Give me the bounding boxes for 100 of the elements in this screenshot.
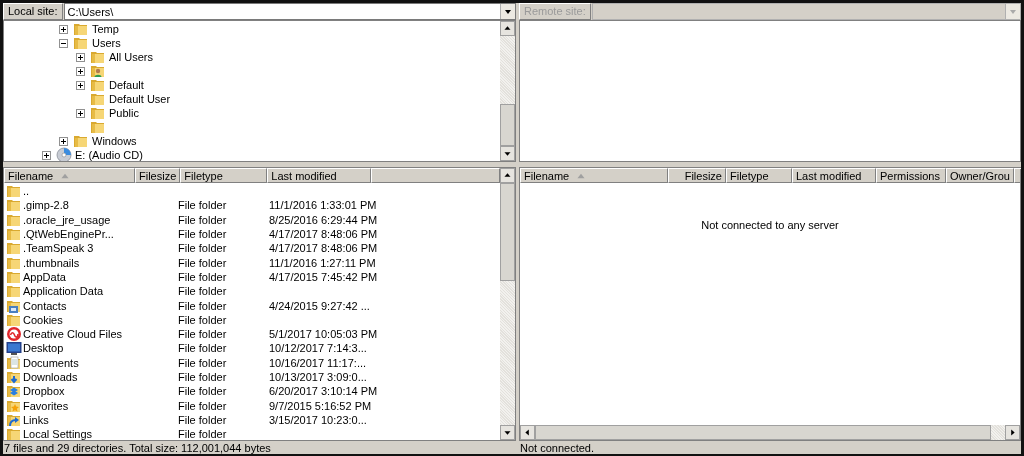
scroll-up-button[interactable] (500, 168, 515, 183)
file-name[interactable]: Links (23, 413, 49, 426)
scroll-left-button[interactable] (520, 425, 535, 440)
monitor-icon (6, 340, 22, 357)
modified-date: 6/20/2017 3:10:14 PM (269, 385, 378, 398)
box-icon (6, 383, 22, 400)
folder-icon (6, 197, 22, 214)
folder-icon (73, 133, 89, 149)
collapse-toggle[interactable] (59, 38, 68, 48)
file-name[interactable]: .. (23, 185, 30, 198)
empty-message: Not connected to any server (701, 219, 839, 232)
expand-toggle[interactable] (76, 66, 85, 76)
file-type: File folder (178, 299, 227, 312)
tree-item[interactable]: Windows (89, 135, 137, 147)
file-type: File folder (178, 285, 227, 298)
file-name[interactable]: Contacts (23, 299, 67, 312)
file-name[interactable]: Cookies (23, 313, 63, 326)
file-name[interactable]: Desktop (23, 342, 64, 355)
scroll-down-button[interactable] (500, 146, 515, 161)
expand-toggle[interactable] (76, 80, 85, 90)
folder-icon (73, 35, 89, 51)
dropdown-button[interactable] (500, 4, 515, 19)
modified-date: 4/17/2017 8:48:06 PM (269, 242, 378, 255)
scrollbar[interactable] (500, 168, 515, 440)
folder-icon (90, 49, 106, 65)
file-name[interactable]: AppData (23, 270, 66, 283)
file-type: File folder (178, 242, 227, 255)
modified-date: 10/16/2017 11:17:... (269, 356, 367, 369)
file-name[interactable]: Favorites (23, 399, 69, 412)
tree-item[interactable]: E: (Audio CD) (72, 149, 143, 161)
scroll-thumb[interactable] (500, 183, 515, 281)
site-label: Remote site: (519, 3, 591, 20)
file-type: File folder (178, 270, 227, 283)
file-type: File folder (178, 199, 227, 212)
tree-item[interactable]: All Users (106, 51, 153, 63)
modified-date: 11/1/2016 1:33:01 PM (269, 199, 377, 212)
file-type: File folder (178, 256, 227, 269)
sort-arrow-icon (61, 172, 70, 179)
tree-item[interactable]: Users (89, 37, 121, 49)
file-name[interactable]: Dropbox (23, 385, 65, 398)
file-type: File folder (178, 313, 227, 326)
download-folder-icon (6, 369, 22, 385)
user-folder-icon (90, 63, 106, 79)
tree-item[interactable]: Default User (106, 93, 171, 105)
folder-icon (6, 240, 22, 257)
folder-icon (6, 183, 22, 200)
modified-date: 4/24/2015 9:27:42 ... (269, 299, 370, 312)
folder-icon (6, 226, 22, 243)
column-header[interactable]: Filesize (135, 168, 181, 183)
column-header[interactable]: Filename (4, 168, 135, 183)
modified-date: 4/17/2015 7:45:42 PM (269, 270, 378, 283)
file-name[interactable]: Documents (23, 356, 79, 369)
scroll-right-button[interactable] (1005, 425, 1020, 440)
file-name[interactable]: .TeamSpeak 3 (23, 242, 94, 255)
scrollbar[interactable] (500, 21, 515, 161)
file-type: File folder (178, 428, 227, 440)
file-type: File folder (178, 399, 227, 412)
file-type: File folder (178, 228, 227, 241)
modified-date: 5/1/2017 10:05:03 PM (269, 328, 378, 341)
modified-date: 4/17/2017 8:48:06 PM (269, 228, 378, 241)
file-type: File folder (178, 328, 227, 341)
file-name[interactable]: .QtWebEnginePr... (23, 228, 114, 241)
modified-date: 3/15/2017 10:23:0... (269, 413, 367, 426)
folder-icon (6, 283, 22, 300)
sort-arrow-icon (577, 172, 586, 179)
document-folder-icon (6, 354, 22, 371)
file-name[interactable]: Application Data (23, 285, 104, 298)
tree-item[interactable]: Public (106, 107, 139, 119)
swirl-icon (6, 326, 22, 343)
file-name[interactable]: Downloads (23, 371, 78, 383)
scroll-thumb[interactable] (500, 104, 515, 146)
folder-icon (90, 105, 106, 121)
expand-toggle[interactable] (59, 136, 68, 146)
file-name[interactable]: .gimp-2.8 (23, 199, 69, 212)
status-text: 7 files and 29 directories. Total size: 112,001,044 bytes (3, 442, 271, 454)
folder-icon (73, 21, 89, 37)
file-type: File folder (178, 213, 227, 226)
modified-date: 9/7/2015 5:16:52 PM (269, 399, 372, 412)
expand-toggle[interactable] (76, 52, 85, 62)
file-name[interactable]: Creative Cloud Files (23, 328, 123, 341)
file-name[interactable]: Local Settings (23, 428, 93, 440)
file-type: File folder (178, 385, 227, 398)
scroll-up-button[interactable] (500, 21, 515, 36)
file-type: File folder (178, 356, 227, 369)
modified-date: 8/25/2016 6:29:44 PM (269, 213, 378, 226)
column-header[interactable]: Filetype (180, 168, 268, 183)
folder-icon (90, 77, 106, 93)
folder-icon (6, 426, 22, 440)
expand-toggle[interactable] (59, 24, 68, 34)
column-header[interactable]: Last modified (267, 168, 372, 183)
scroll-down-button[interactable] (500, 425, 515, 440)
modified-date: 10/12/2017 7:14:3... (269, 342, 367, 355)
file-name[interactable]: .thumbnails (23, 256, 80, 269)
file-name[interactable]: .oracle_jre_usage (23, 213, 111, 226)
expand-toggle[interactable] (42, 150, 51, 160)
path-combo-box[interactable]: C:\Users\ (63, 3, 516, 20)
tree-item[interactable]: Default (106, 79, 144, 91)
expand-toggle[interactable] (76, 108, 85, 118)
tree-item[interactable]: Temp (89, 23, 119, 35)
file-type: File folder (178, 413, 227, 426)
